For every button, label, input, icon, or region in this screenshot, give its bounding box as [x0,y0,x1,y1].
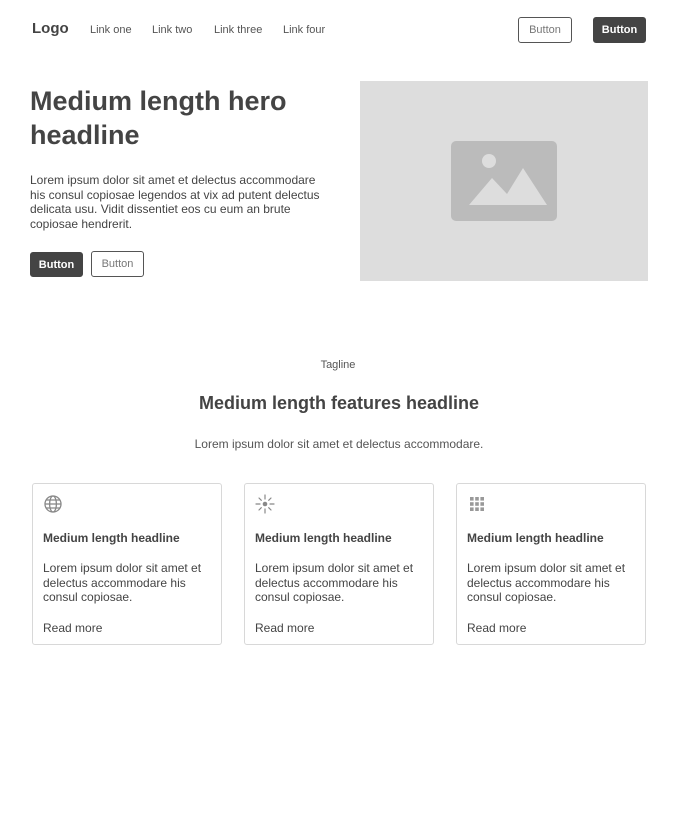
hero-primary-button[interactable]: Button [30,252,83,277]
features-tagline: Tagline [320,359,356,371]
logo[interactable]: Logo [32,20,69,37]
nav-link-three[interactable]: Link three [214,24,262,36]
feature-card-title: Medium length headline [43,531,180,545]
globe-icon [44,495,62,513]
feature-card-text: Lorem ipsum dolor sit amet et delectus a… [43,561,202,604]
feature-card-text: Lorem ipsum dolor sit amet et delectus a… [467,561,626,604]
features-subtitle: Lorem ipsum dolor sit amet et delectus a… [194,437,484,451]
feature-card-title: Medium length headline [467,531,604,545]
nav-link-one[interactable]: Link one [90,24,132,36]
feature-card-text: Lorem ipsum dolor sit amet et delectus a… [255,561,414,604]
nav-secondary-button[interactable]: Button [518,17,572,43]
feature-card: Medium length headline Lorem ipsum dolor… [32,483,222,645]
nav-primary-button[interactable]: Button [593,17,646,43]
top-navbar: Logo Link one Link two Link three Link f… [0,0,676,60]
nav-link-two[interactable]: Link two [152,24,192,36]
hero-image-placeholder [360,81,648,281]
feature-card-title: Medium length headline [255,531,392,545]
sparkle-icon [255,494,275,514]
feature-card: Medium length headline Lorem ipsum dolor… [456,483,646,645]
features-headline: Medium length features headline [198,393,480,413]
read-more-link[interactable]: Read more [467,621,526,635]
read-more-link[interactable]: Read more [255,621,314,635]
hero-secondary-button[interactable]: Button [91,251,144,277]
hero-body: Lorem ipsum dolor sit amet et delectus a… [30,173,320,231]
image-placeholder-icon [451,141,557,221]
grid-icon [470,497,484,511]
nav-link-four[interactable]: Link four [283,24,325,36]
hero-headline: Medium length hero headline [30,86,287,150]
feature-card: Medium length headline Lorem ipsum dolor… [244,483,434,645]
read-more-link[interactable]: Read more [43,621,102,635]
